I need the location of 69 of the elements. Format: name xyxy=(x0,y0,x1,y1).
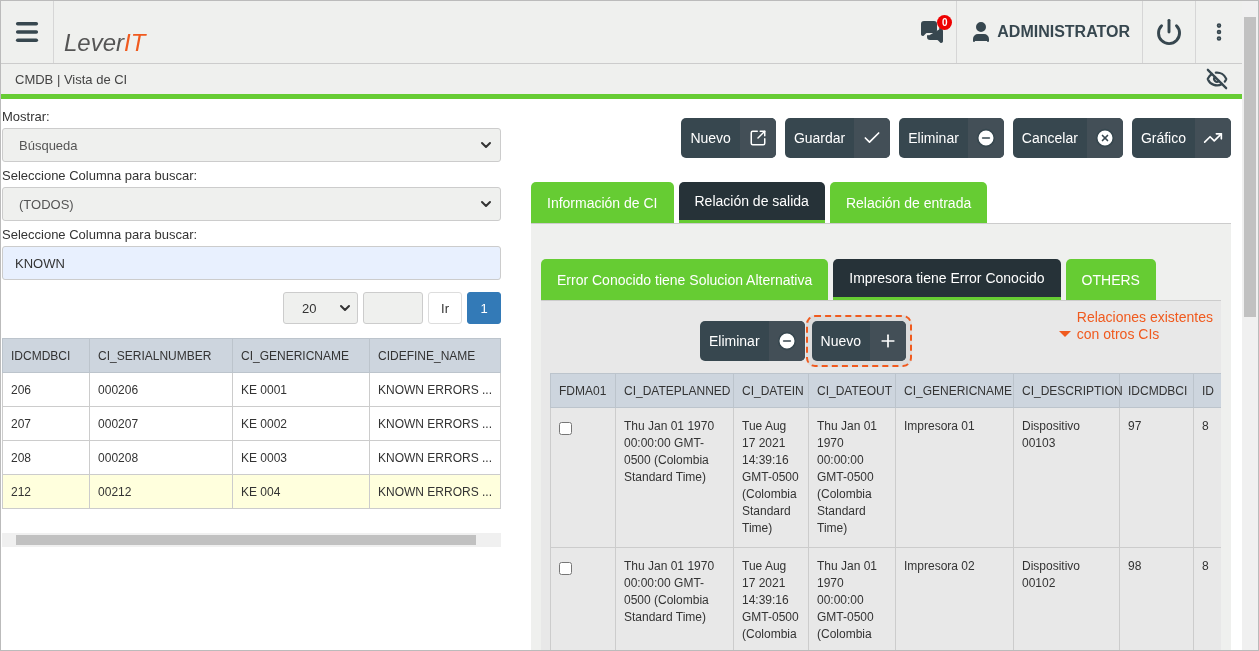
column-header[interactable]: IDCMDBCI xyxy=(2,338,90,373)
table-cell: 97 xyxy=(1119,407,1194,548)
table-cell: 212 xyxy=(2,474,90,509)
minus-circle-icon xyxy=(975,128,996,148)
breadcrumb: CMDB | Vista de CI xyxy=(15,71,128,87)
scrollbar-thumb[interactable] xyxy=(16,535,476,545)
table-cell: KE 004 xyxy=(232,474,370,509)
toolbar-button[interactable]: Eliminar xyxy=(899,118,1004,158)
notification-badge: 0 xyxy=(937,15,953,30)
table-cell: 206 xyxy=(2,372,90,407)
toolbar-button[interactable]: Nuevo xyxy=(811,321,907,361)
table-cell: KE 0003 xyxy=(232,440,370,475)
table-cell: Dispositivo 00103 xyxy=(1013,407,1120,548)
table-cell: 000208 xyxy=(89,440,233,475)
toolbar-button[interactable]: Eliminar xyxy=(700,321,805,361)
table-cell: 000206 xyxy=(89,372,233,407)
go-button[interactable]: Ir xyxy=(428,292,462,324)
column-header[interactable]: CI_DATEOUT xyxy=(808,373,896,408)
toolbar-button[interactable]: Cancelar xyxy=(1012,118,1123,158)
column-header[interactable]: CI_DESCRIPTION xyxy=(1013,373,1120,408)
toolbar-button[interactable]: Guardar xyxy=(784,118,891,158)
table-cell: KE 0002 xyxy=(232,406,370,441)
column-header[interactable]: CI_GENERICNAME xyxy=(895,373,1014,408)
select-field[interactable]: Búsqueda xyxy=(2,128,501,162)
table-cell: KNOWN ERRORS ... xyxy=(369,372,501,407)
minus-circle-icon xyxy=(776,331,797,351)
table-cell: KE 0001 xyxy=(232,372,370,407)
power-icon[interactable] xyxy=(1155,18,1183,46)
toolbar-button[interactable]: Gráfico xyxy=(1131,118,1231,158)
field-label: Mostrar: xyxy=(2,109,51,124)
logo: LeverIT xyxy=(63,28,148,58)
table-cell: 000207 xyxy=(89,406,233,441)
column-header[interactable]: ID xyxy=(1193,373,1221,408)
column-header[interactable]: CI_SERIALNUMBER xyxy=(89,338,233,373)
column-header[interactable]: CI_DATEIN xyxy=(733,373,809,408)
table-cell: KNOWN ERRORS ... xyxy=(369,406,501,441)
page-size-select[interactable]: 20 xyxy=(283,292,358,324)
table-cell: 207 xyxy=(2,406,90,441)
column-header[interactable]: CI_DATEPLANNED xyxy=(615,373,734,408)
table-cell: 208 xyxy=(2,440,90,475)
external-link-icon xyxy=(748,129,767,147)
column-header[interactable]: CIDEFINE_NAME xyxy=(369,338,501,373)
row-checkbox[interactable] xyxy=(559,562,572,575)
close-icon xyxy=(1094,128,1115,148)
chat-icon[interactable] xyxy=(920,20,945,44)
table-cell: 00212 xyxy=(89,474,233,509)
field-label: Seleccione Columna para buscar: xyxy=(2,227,199,242)
eye-off-icon[interactable] xyxy=(1206,68,1228,90)
user-name[interactable]: ADMINISTRATOR xyxy=(997,23,1130,41)
table-cell: Tue Aug 17 2021 14:39:16 GMT-0500 (Colombia Standard Time) xyxy=(733,407,809,548)
column-header[interactable]: CI_GENERICNAME xyxy=(232,338,370,373)
page-button[interactable]: 1 xyxy=(467,292,501,324)
field-label: Seleccione Columna para buscar: xyxy=(2,168,199,183)
toolbar-button[interactable]: Nuevo xyxy=(681,118,776,158)
column-header[interactable]: FDMA01 xyxy=(550,373,616,408)
search-field[interactable]: KNOWN xyxy=(2,246,501,280)
row-checkbox[interactable] xyxy=(559,422,572,435)
table-cell: Impresora 01 xyxy=(895,407,1014,548)
tab[interactable]: Impresora tiene Error Conocido xyxy=(833,259,1061,300)
tab[interactable]: Relación de salida xyxy=(678,182,825,223)
caret-icon xyxy=(1058,331,1071,337)
scrollbar-thumb[interactable] xyxy=(1244,17,1256,317)
table-cell: Thu Jan 01 1970 00:00:00 GMT-0500 (Colombia Standard Time) xyxy=(808,407,896,548)
table-cell: KNOWN ERRORS ... xyxy=(369,440,501,475)
table-cell: KNOWN ERRORS ... xyxy=(369,474,501,509)
table-cell: Thu Jan 01 1970 00:00:00 GMT- 0500 (Colombia Standard Time) xyxy=(615,407,734,548)
callout-text: Relaciones existentes con otros CIs xyxy=(1076,309,1213,343)
select-field[interactable]: (TODOS) xyxy=(2,187,501,221)
page-input[interactable] xyxy=(363,292,423,324)
